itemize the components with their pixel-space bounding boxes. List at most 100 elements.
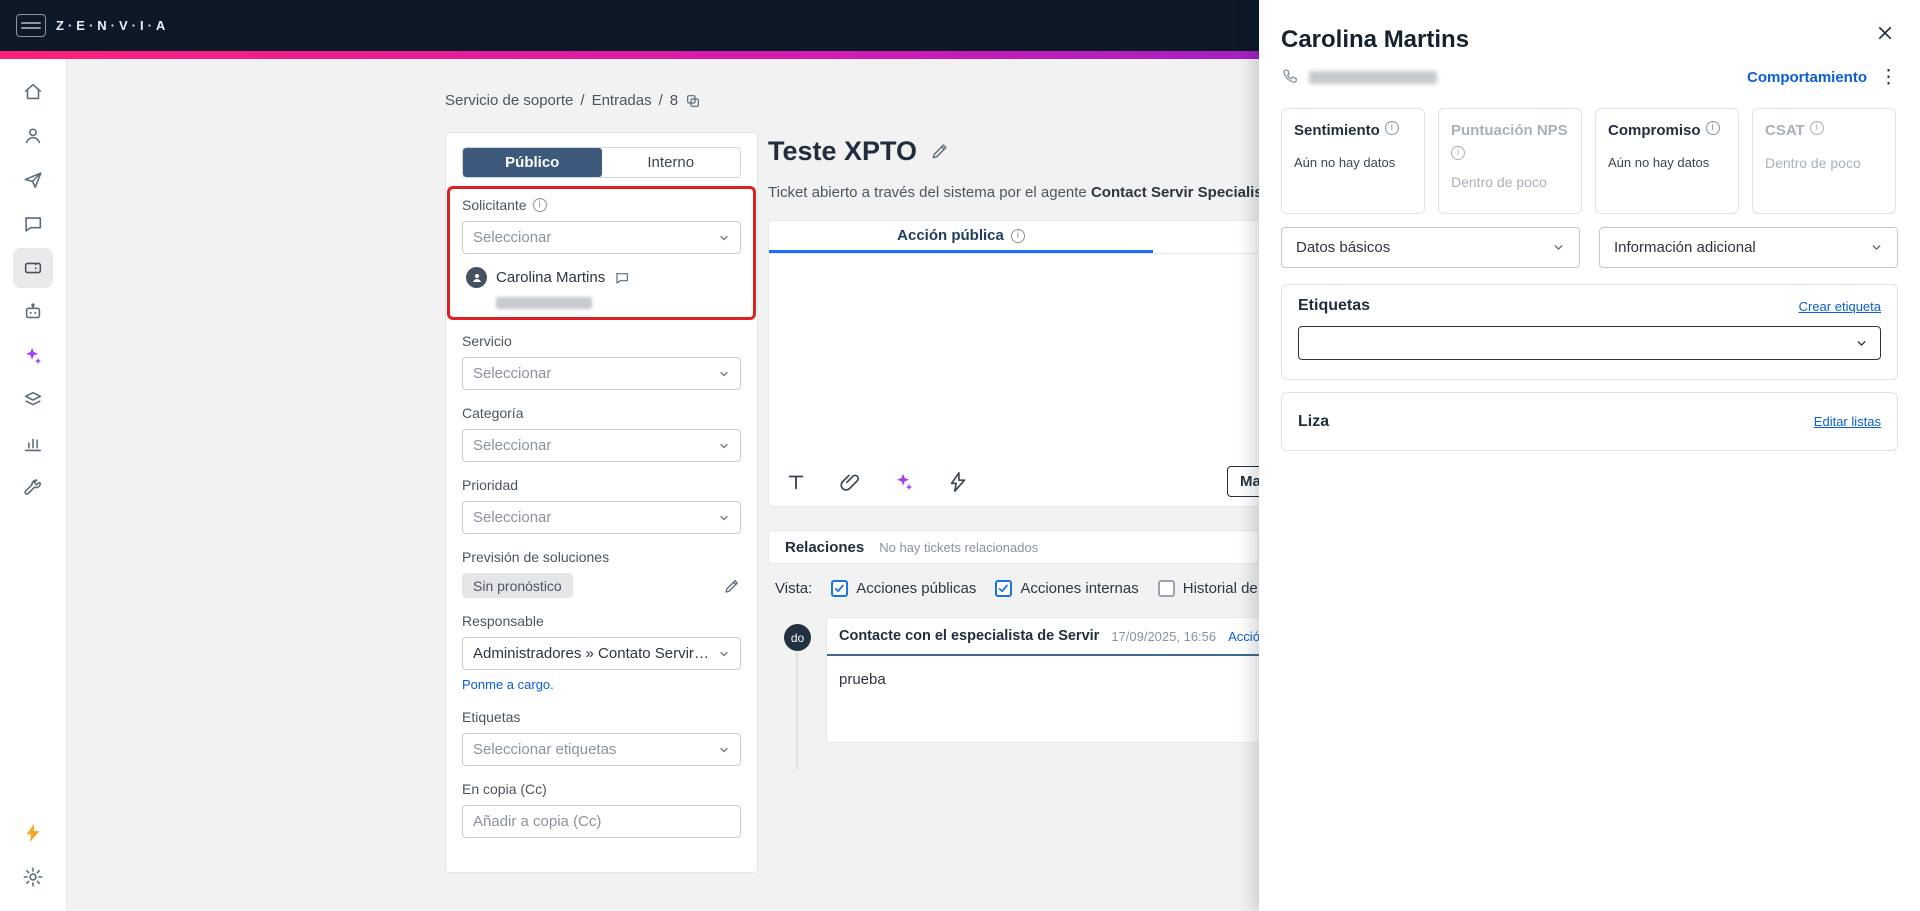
liza-title: Liza	[1298, 412, 1330, 430]
sidebar-item-settings[interactable]	[13, 857, 53, 897]
timeline-connector	[796, 652, 798, 770]
checkbox-checked[interactable]	[831, 580, 849, 597]
avatar: do	[784, 624, 811, 651]
info-icon[interactable]: i	[1384, 121, 1399, 135]
checkbox-unchecked[interactable]	[1157, 580, 1175, 597]
filter-acciones-internas[interactable]: Acciones internas	[995, 580, 1139, 597]
gear-icon	[23, 867, 43, 887]
categoria-label: Categoría	[462, 405, 524, 421]
responsable-select[interactable]: Administradores » Contato Servir Spec	[462, 637, 741, 670]
chevron-down-icon	[720, 747, 728, 752]
etiquetas-panel-select[interactable]	[1298, 326, 1881, 360]
info-icon[interactable]: i	[1451, 145, 1465, 160]
behavior-link[interactable]: Comportamiento	[1747, 69, 1867, 86]
copy-button[interactable]	[685, 93, 701, 109]
checkbox-checked[interactable]	[995, 580, 1013, 597]
chevron-down-icon	[1872, 245, 1881, 251]
tab-interno[interactable]: Interno	[601, 148, 740, 177]
info-icon[interactable]: i	[1809, 121, 1824, 135]
info-icon[interactable]: i	[1705, 121, 1720, 135]
sidebar-item-bots[interactable]	[13, 292, 53, 332]
tab-accion-publica[interactable]: Acción pública i	[769, 221, 1153, 253]
breadcrumb-item-entradas[interactable]: Entradas	[592, 92, 652, 109]
editar-listas-link[interactable]: Editar listas	[1814, 414, 1881, 429]
accordion-informacion-adicional[interactable]: Información adicional	[1599, 227, 1898, 268]
cc-label: En copia (Cc)	[462, 781, 547, 797]
solicitante-label: Solicitante	[462, 197, 527, 213]
sidebar-item-campaigns[interactable]	[13, 160, 53, 200]
servicio-select[interactable]: Seleccionar	[462, 357, 741, 390]
phone-icon	[1281, 68, 1299, 86]
pencil-icon	[932, 144, 947, 159]
chevron-down-icon	[1857, 340, 1866, 346]
kebab-menu-icon[interactable]: ⋮	[1879, 68, 1898, 87]
prevision-label: Previsión de soluciones	[462, 549, 610, 565]
redacted-phone	[496, 297, 592, 309]
person-icon	[472, 273, 481, 282]
breadcrumb-item-soporte[interactable]: Servicio de soporte	[445, 92, 573, 109]
metric-sentimiento: Sentimiento i Aún no hay datos	[1281, 108, 1425, 214]
relations-bar[interactable]: Relaciones No hay tickets relacionados	[768, 530, 1259, 564]
action-timestamp: 17/09/2025, 16:56	[1111, 628, 1217, 644]
etiquetas-select[interactable]: Seleccionar etiquetas	[462, 733, 741, 766]
sidebar-item-contacts[interactable]	[13, 116, 53, 156]
close-icon	[1878, 26, 1892, 40]
sidebar-item-tools[interactable]	[13, 468, 53, 508]
sidebar-item-home[interactable]	[13, 72, 53, 112]
ticket-icon	[24, 262, 42, 274]
view-label: Vista:	[775, 580, 813, 597]
cc-input[interactable]	[462, 805, 741, 838]
sidebar	[0, 59, 67, 911]
accordion-row: Datos básicos Información adicional	[1281, 227, 1898, 268]
breadcrumb-separator: /	[580, 92, 585, 109]
contact-name-title: Carolina Martins	[1281, 26, 1470, 53]
action-author: Contacte con el especialista de Servir	[839, 628, 1100, 644]
categoria-select[interactable]: Seleccionar	[462, 429, 741, 462]
tab-publico[interactable]: Público	[463, 148, 602, 177]
ai-assist-button[interactable]	[893, 471, 915, 493]
visibility-tabs: Público Interno	[462, 147, 741, 178]
person-icon	[25, 128, 41, 144]
sidebar-item-integrations[interactable]	[13, 380, 53, 420]
selected-contact-row: Carolina Martins	[462, 267, 741, 288]
sidebar-item-energy[interactable]	[13, 813, 53, 853]
chat-icon	[616, 272, 629, 284]
attachment-button[interactable]	[839, 471, 861, 493]
open-chat-button[interactable]	[614, 270, 630, 286]
quick-reply-button[interactable]	[947, 471, 969, 493]
metric-csat: CSAT i Dentro de poco	[1752, 108, 1896, 214]
sidebar-item-reports[interactable]	[13, 424, 53, 464]
edit-prevision-button[interactable]	[723, 577, 741, 595]
robot-icon	[25, 303, 41, 319]
metric-compromiso: Compromiso i Aún no hay datos	[1595, 108, 1739, 214]
ticket-properties-card: Público Interno Solicitante i Selecciona…	[445, 132, 758, 873]
metric-value: Dentro de poco	[1451, 173, 1547, 190]
accordion-datos-basicos[interactable]: Datos básicos	[1281, 227, 1580, 268]
breadcrumb-item-ticket-id: 8	[669, 92, 679, 109]
etiquetas-title: Etiquetas	[1298, 297, 1371, 314]
chart-icon	[24, 438, 42, 452]
info-icon[interactable]: i	[1010, 228, 1025, 243]
close-button[interactable]	[1876, 24, 1894, 42]
prioridad-select[interactable]: Seleccionar	[462, 501, 741, 534]
relations-empty-text: No hay tickets relacionados	[879, 539, 1039, 555]
chevron-down-icon	[720, 443, 728, 448]
metric-value: Dentro de poco	[1765, 154, 1861, 171]
solicitante-select[interactable]: Seleccionar	[462, 221, 741, 254]
contact-phone-row: Comportamiento ⋮	[1281, 66, 1898, 88]
sidebar-item-chats[interactable]	[13, 204, 53, 244]
sparkles-icon	[897, 473, 913, 491]
view-filters: Vista: Acciones públicas Acciones intern…	[775, 580, 1302, 597]
pencil-icon	[725, 579, 738, 593]
edit-title-button[interactable]	[930, 141, 950, 161]
text-format-button[interactable]	[785, 471, 807, 493]
zenvia-wordmark: Z·E·N·V·I·A	[56, 18, 170, 33]
metric-nps: Puntuación NPS i Dentro de poco	[1438, 108, 1582, 214]
filter-acciones-publicas[interactable]: Acciones públicas	[831, 580, 976, 597]
assign-to-me-link[interactable]: Ponme a cargo.	[462, 677, 554, 692]
sidebar-item-ai[interactable]	[13, 336, 53, 376]
sidebar-item-tickets[interactable]	[13, 248, 53, 288]
chevron-down-icon	[720, 371, 728, 376]
info-icon[interactable]: i	[532, 198, 547, 212]
crear-etiqueta-link[interactable]: Crear etiqueta	[1799, 299, 1881, 314]
